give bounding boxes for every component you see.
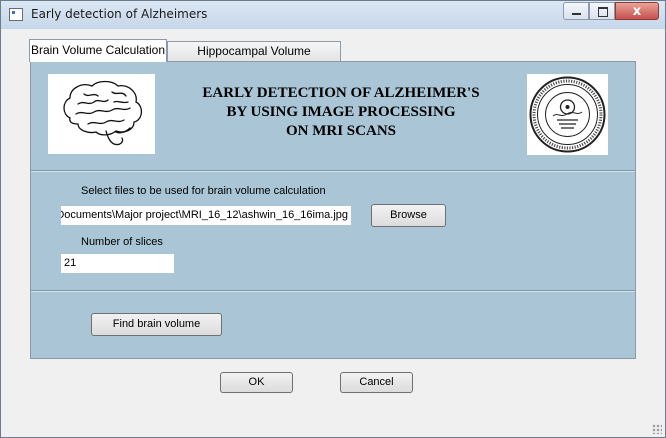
find-brain-volume-button[interactable]: Find brain volume	[91, 313, 222, 336]
slices-field[interactable]: 21	[61, 254, 174, 273]
brain-icon	[48, 74, 155, 154]
window-title: Early detection of Alzheimers	[31, 7, 208, 21]
file-path-field[interactable]: Documents\Major project\MRI_16_12\ashwin…	[61, 206, 351, 225]
close-button[interactable]: x	[615, 2, 659, 20]
files-label: Select files to be used for brain volume…	[81, 185, 326, 197]
title-bar[interactable]: Early detection of Alzheimers x	[1, 1, 665, 29]
slices-label: Number of slices	[81, 236, 163, 248]
app-window-icon	[9, 8, 23, 21]
tab-brain-volume[interactable]: Brain Volume Calculation	[29, 39, 167, 62]
section-divider-2	[31, 290, 635, 292]
close-icon: x	[632, 4, 642, 19]
institute-emblem	[527, 74, 608, 155]
heading-line-1: EARLY DETECTION OF ALZHEIMER'S	[202, 85, 480, 101]
tab-hippocampal-volume[interactable]: Hippocampal Volume Calculation	[167, 41, 341, 77]
app-window: Early detection of Alzheimers x Brain Vo…	[0, 0, 666, 438]
browse-button[interactable]: Browse	[371, 204, 446, 227]
minimize-button[interactable]	[563, 2, 589, 20]
section-divider	[31, 170, 635, 172]
heading-line-2: BY USING IMAGE PROCESSING	[226, 104, 456, 120]
maximize-button[interactable]	[589, 2, 615, 20]
ok-button[interactable]: OK	[220, 372, 293, 393]
page-heading: EARLY DETECTION OF ALZHEIMER'S BY USING …	[171, 84, 511, 141]
file-path-value: Documents\Major project\MRI_16_12\ashwin…	[61, 209, 348, 221]
resize-grip[interactable]	[652, 424, 662, 434]
brain-volume-panel: EARLY DETECTION OF ALZHEIMER'S BY USING …	[30, 61, 636, 359]
heading-line-3: ON MRI SCANS	[285, 123, 396, 139]
cancel-button[interactable]: Cancel	[340, 372, 413, 393]
caption-buttons: x	[563, 2, 659, 20]
